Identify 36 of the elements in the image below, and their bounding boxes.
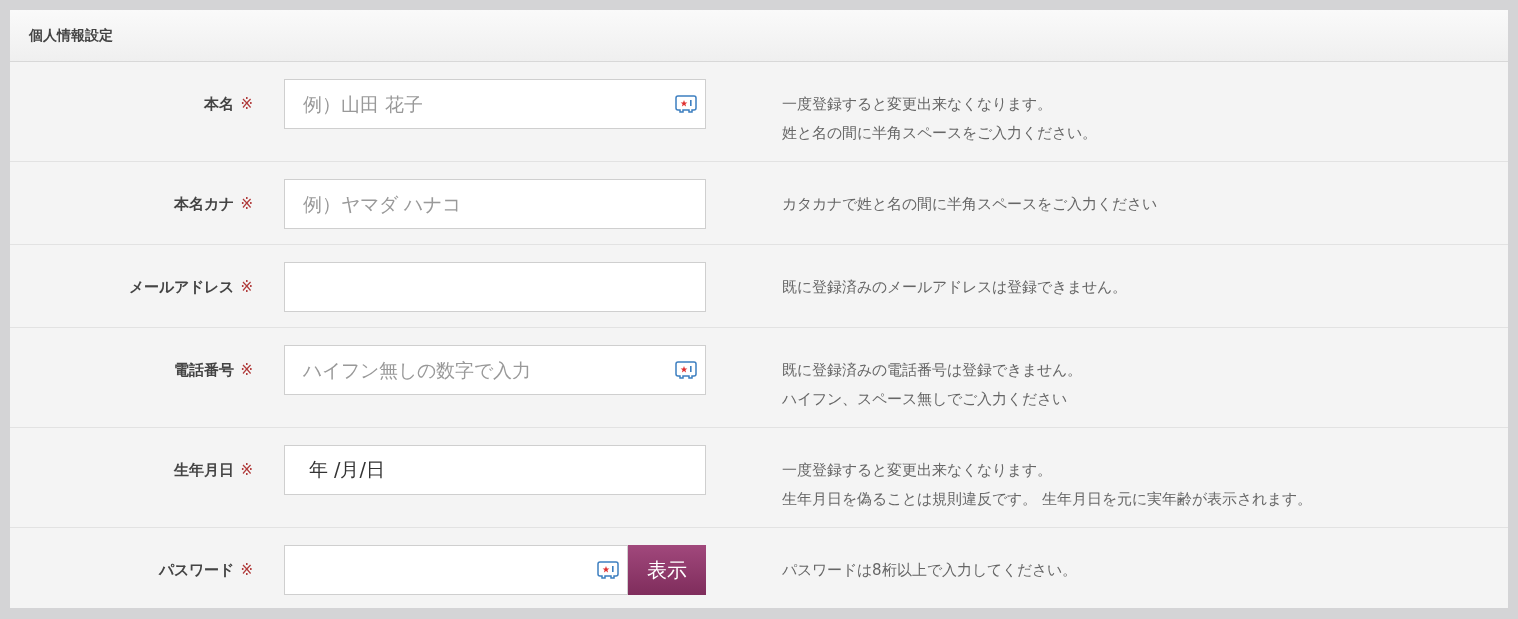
required-mark: ※ (240, 361, 253, 379)
show-password-button[interactable]: 表示 (628, 545, 706, 595)
input-field[interactable] (284, 545, 628, 595)
input-field[interactable]: 例）ヤマダ ハナコ (284, 179, 706, 229)
required-mark: ※ (240, 278, 253, 296)
panel-title: 個人情報設定 (29, 26, 113, 45)
field-hint: 一度登録すると変更出来なくなります。 (782, 94, 1053, 115)
field-hint: ハイフン、スペース無しでご入力ください (782, 389, 1068, 410)
input-text[interactable]: 年 /月/日 (303, 459, 697, 481)
field-hint: 既に登録済みの電話番号は登録できません。 (782, 360, 1083, 381)
field-label: 本名カナ (174, 194, 235, 214)
input-field[interactable]: ハイフン無しの数字で入力 (284, 345, 706, 395)
input-text[interactable]: 例）山田 花子 (303, 93, 675, 115)
field-hint: 姓と名の間に半角スペースをご入力ください。 (782, 123, 1098, 144)
field-label: 本名 (204, 94, 235, 114)
field-label: メールアドレス (129, 277, 235, 297)
required-mark: ※ (240, 195, 253, 213)
required-mark: ※ (240, 95, 253, 113)
field-hint: カタカナで姓と名の間に半角スペースをご入力ください (782, 194, 1158, 215)
password-key-icon[interactable] (675, 359, 697, 381)
field-hint: 生年月日を偽ることは規則違反です。 生年月日を元に実年齢が表示されます。 (782, 489, 1313, 510)
field-label: 電話番号 (174, 360, 235, 380)
input-text[interactable]: 例）ヤマダ ハナコ (303, 193, 697, 215)
required-mark: ※ (240, 561, 253, 579)
field-hint: 既に登録済みのメールアドレスは登録できません。 (782, 277, 1128, 298)
password-key-icon[interactable] (675, 93, 697, 115)
input-field[interactable]: 年 /月/日 (284, 445, 706, 495)
field-label: パスワード (159, 560, 235, 580)
password-key-icon[interactable] (597, 559, 619, 581)
field-hint: パスワードは8桁以上で入力してください。 (782, 560, 1078, 581)
field-label: 生年月日 (174, 460, 235, 480)
required-mark: ※ (240, 461, 253, 479)
input-field[interactable]: 例）山田 花子 (284, 79, 706, 129)
input-text[interactable]: ハイフン無しの数字で入力 (303, 359, 675, 381)
input-field[interactable] (284, 262, 706, 312)
field-hint: 一度登録すると変更出来なくなります。 (782, 460, 1053, 481)
